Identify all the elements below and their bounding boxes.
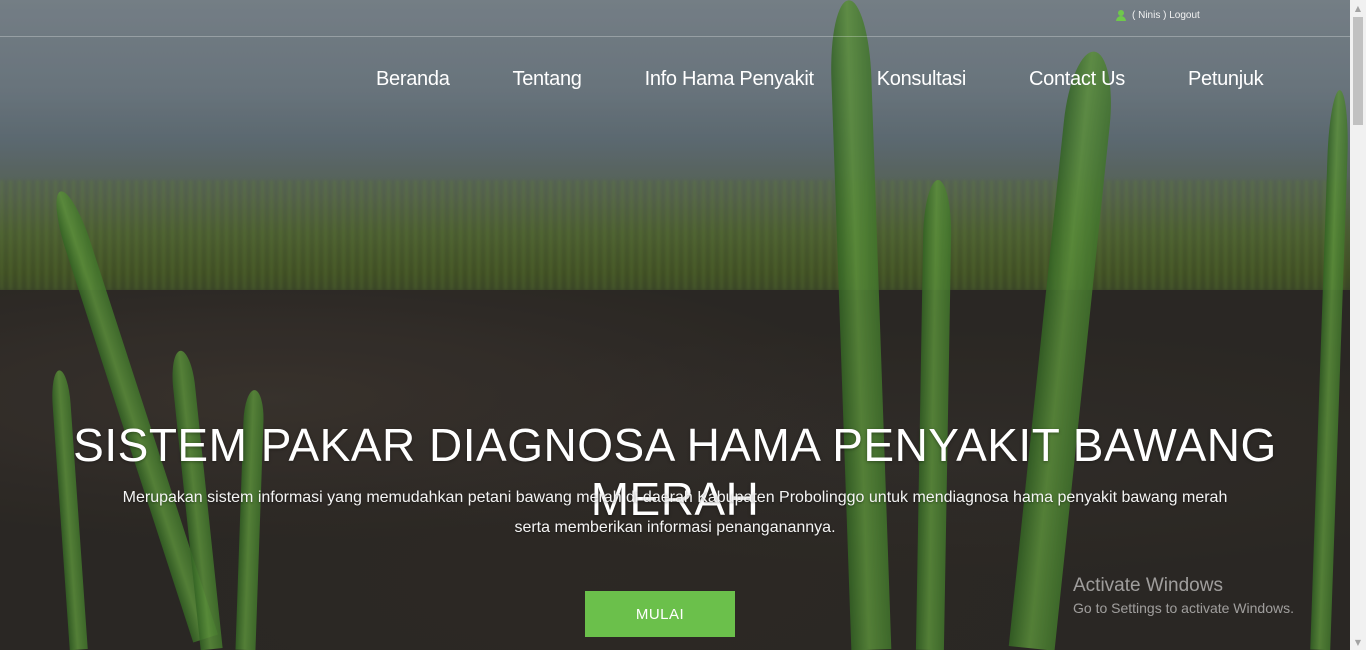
header-divider (0, 36, 1350, 37)
main-nav: Beranda Tentang Info Hama Penyakit Konsu… (376, 68, 1264, 91)
user-icon (1116, 10, 1126, 21)
watermark-subtitle: Go to Settings to activate Windows. (1073, 600, 1294, 616)
scroll-up-icon[interactable]: ▲ (1350, 0, 1366, 16)
nav-item-tentang[interactable]: Tentang (513, 68, 582, 91)
hero-background (0, 0, 1350, 650)
user-logout-label: ( Ninis ) Logout (1132, 10, 1200, 21)
user-logout-link[interactable]: ( Ninis ) Logout (1116, 10, 1200, 21)
nav-item-konsultasi[interactable]: Konsultasi (877, 68, 967, 91)
start-button[interactable]: MULAI (585, 591, 735, 637)
windows-activation-watermark: Activate Windows Go to Settings to activ… (1073, 575, 1294, 616)
nav-item-contact-us[interactable]: Contact Us (1029, 68, 1125, 91)
hero-subtitle: Merupakan sistem informasi yang memudahk… (122, 489, 1228, 536)
page-scrollbar[interactable]: ▲ ▼ (1350, 0, 1366, 650)
nav-item-beranda[interactable]: Beranda (376, 68, 450, 91)
nav-item-petunjuk[interactable]: Petunjuk (1188, 68, 1264, 91)
scrollbar-thumb[interactable] (1353, 17, 1363, 125)
scroll-down-icon[interactable]: ▼ (1350, 634, 1366, 650)
watermark-title: Activate Windows (1073, 575, 1223, 596)
nav-item-info-hama-penyakit[interactable]: Info Hama Penyakit (645, 68, 814, 91)
hero-overlay (0, 0, 1350, 650)
